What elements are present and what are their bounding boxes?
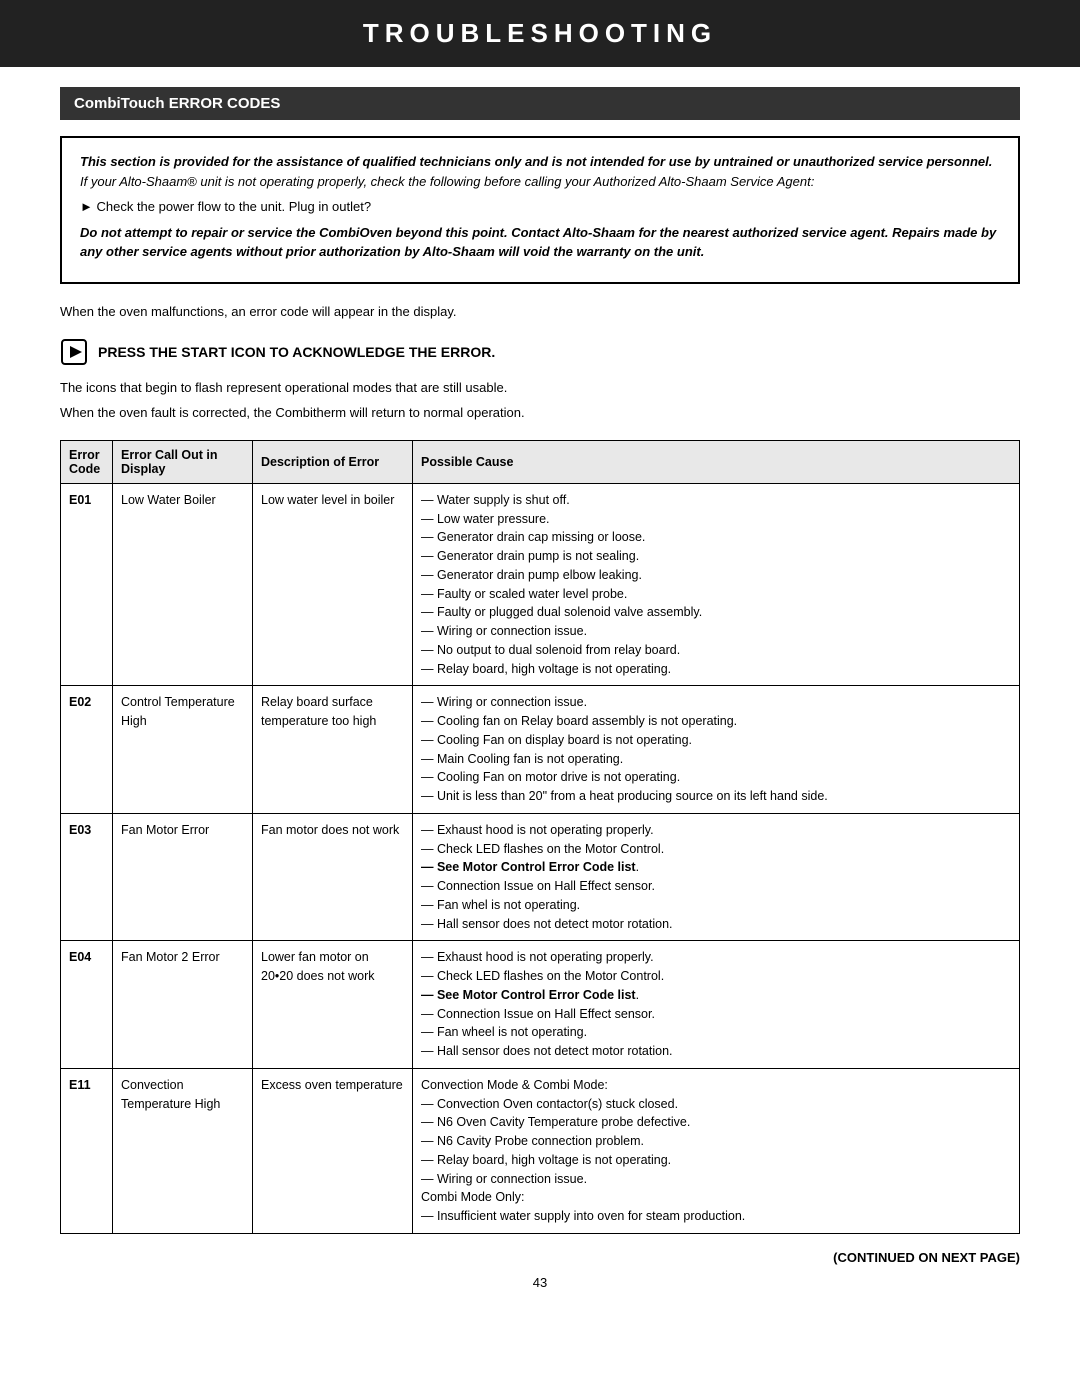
cause-item: — Cooling fan on Relay board assembly is…	[421, 712, 1011, 731]
error-cause-E11: Convection Mode & Combi Mode:— Convectio…	[413, 1068, 1020, 1233]
press-start-text: PRESS THE START ICON TO ACKNOWLEDGE THE …	[98, 344, 495, 360]
cause-item: — Relay board, high voltage is not opera…	[421, 660, 1011, 679]
error-cause-E01: — Water supply is shut off.— Low water p…	[413, 483, 1020, 686]
cause-item: — Exhaust hood is not operating properly…	[421, 948, 1011, 967]
cause-item: — No output to dual solenoid from relay …	[421, 641, 1011, 660]
col-header-display: Error Call Out in Display	[113, 440, 253, 483]
cause-item: — Connection Issue on Hall Effect sensor…	[421, 877, 1011, 896]
cause-item: — Insufficient water supply into oven fo…	[421, 1207, 1011, 1226]
error-code-E03: E03	[61, 813, 113, 941]
cause-item: — Exhaust hood is not operating properly…	[421, 821, 1011, 840]
error-display-E11: Convection Temperature High	[113, 1068, 253, 1233]
cause-item: — N6 Cavity Probe connection problem.	[421, 1132, 1011, 1151]
continued-label: (CONTINUED ON NEXT PAGE)	[60, 1250, 1020, 1265]
error-description-E02: Relay board surface temperature too high	[253, 686, 413, 814]
col-header-code: ErrorCode	[61, 440, 113, 483]
table-row: E11Convection Temperature HighExcess ove…	[61, 1068, 1020, 1233]
cause-item: — See Motor Control Error Code list.	[421, 986, 1011, 1005]
cause-item: — Cooling Fan on display board is not op…	[421, 731, 1011, 750]
col-header-cause: Possible Cause	[413, 440, 1020, 483]
cause-item: — Fan wheel is not operating.	[421, 1023, 1011, 1042]
page-number: 43	[60, 1275, 1020, 1290]
error-code-E02: E02	[61, 686, 113, 814]
cause-item: — Wiring or connection issue.	[421, 1170, 1011, 1189]
col-header-description: Description of Error	[253, 440, 413, 483]
cause-item: Combi Mode Only:	[421, 1188, 1011, 1207]
body-line2: The icons that begin to flash represent …	[60, 378, 1020, 399]
cause-item: — Check LED flashes on the Motor Control…	[421, 840, 1011, 859]
cause-item: — See Motor Control Error Code list.	[421, 858, 1011, 877]
error-code-E11: E11	[61, 1068, 113, 1233]
page: TROUBLESHOOTING CombiTouch ERROR CODES T…	[0, 0, 1080, 1397]
cause-item: — Connection Issue on Hall Effect sensor…	[421, 1005, 1011, 1024]
page-title: TROUBLESHOOTING	[0, 0, 1080, 67]
cause-item: — Cooling Fan on motor drive is not oper…	[421, 768, 1011, 787]
body-line1: When the oven malfunctions, an error cod…	[60, 302, 1020, 323]
warning-box: This section is provided for the assista…	[60, 136, 1020, 284]
error-codes-table: ErrorCode Error Call Out in Display Desc…	[60, 440, 1020, 1234]
table-row: E01Low Water BoilerLow water level in bo…	[61, 483, 1020, 686]
press-start-line: PRESS THE START ICON TO ACKNOWLEDGE THE …	[60, 338, 1020, 366]
error-display-E04: Fan Motor 2 Error	[113, 941, 253, 1069]
cause-item: — Unit is less than 20" from a heat prod…	[421, 787, 1011, 806]
table-row: E04Fan Motor 2 ErrorLower fan motor on 2…	[61, 941, 1020, 1069]
cause-item: — Generator drain pump elbow leaking.	[421, 566, 1011, 585]
error-cause-E03: — Exhaust hood is not operating properly…	[413, 813, 1020, 941]
press-start-icon	[60, 338, 88, 366]
error-description-E11: Excess oven temperature	[253, 1068, 413, 1233]
warning-bullet: ► Check the power flow to the unit. Plug…	[80, 197, 1000, 217]
warning-bold-italic: This section is provided for the assista…	[80, 154, 992, 169]
cause-item: — Check LED flashes on the Motor Control…	[421, 967, 1011, 986]
cause-item: Convection Mode & Combi Mode:	[421, 1076, 1011, 1095]
section-title: CombiTouch ERROR CODES	[60, 87, 1020, 120]
cause-item: — Hall sensor does not detect motor rota…	[421, 1042, 1011, 1061]
warning-bold-2: Do not attempt to repair or service the …	[80, 223, 1000, 262]
cause-item: — Main Cooling fan is not operating.	[421, 750, 1011, 769]
cause-item: — Convection Oven contactor(s) stuck clo…	[421, 1095, 1011, 1114]
cause-item: — Hall sensor does not detect motor rota…	[421, 915, 1011, 934]
cause-item: — Water supply is shut off.	[421, 491, 1011, 510]
error-description-E04: Lower fan motor on 20•20 does not work	[253, 941, 413, 1069]
cause-item: — Generator drain pump is not sealing.	[421, 547, 1011, 566]
warning-text-1: This section is provided for the assista…	[80, 152, 1000, 191]
error-description-E03: Fan motor does not work	[253, 813, 413, 941]
table-header-row: ErrorCode Error Call Out in Display Desc…	[61, 440, 1020, 483]
table-row: E03Fan Motor ErrorFan motor does not wor…	[61, 813, 1020, 941]
error-display-E01: Low Water Boiler	[113, 483, 253, 686]
cause-item: — Fan whel is not operating.	[421, 896, 1011, 915]
error-display-E02: Control Temperature High	[113, 686, 253, 814]
cause-item: — Faulty or plugged dual solenoid valve …	[421, 603, 1011, 622]
body-line3: When the oven fault is corrected, the Co…	[60, 403, 1020, 424]
error-cause-E02: — Wiring or connection issue.— Cooling f…	[413, 686, 1020, 814]
error-code-E01: E01	[61, 483, 113, 686]
error-cause-E04: — Exhaust hood is not operating properly…	[413, 941, 1020, 1069]
cause-item: — Relay board, high voltage is not opera…	[421, 1151, 1011, 1170]
cause-item: — N6 Oven Cavity Temperature probe defec…	[421, 1113, 1011, 1132]
warning-normal: If your Alto-Shaam® unit is not operatin…	[80, 174, 814, 189]
cause-item: — Generator drain cap missing or loose.	[421, 528, 1011, 547]
table-row: E02Control Temperature HighRelay board s…	[61, 686, 1020, 814]
cause-item: — Wiring or connection issue.	[421, 622, 1011, 641]
error-code-E04: E04	[61, 941, 113, 1069]
error-description-E01: Low water level in boiler	[253, 483, 413, 686]
cause-item: — Low water pressure.	[421, 510, 1011, 529]
cause-item: — Wiring or connection issue.	[421, 693, 1011, 712]
error-display-E03: Fan Motor Error	[113, 813, 253, 941]
cause-item: — Faulty or scaled water level probe.	[421, 585, 1011, 604]
